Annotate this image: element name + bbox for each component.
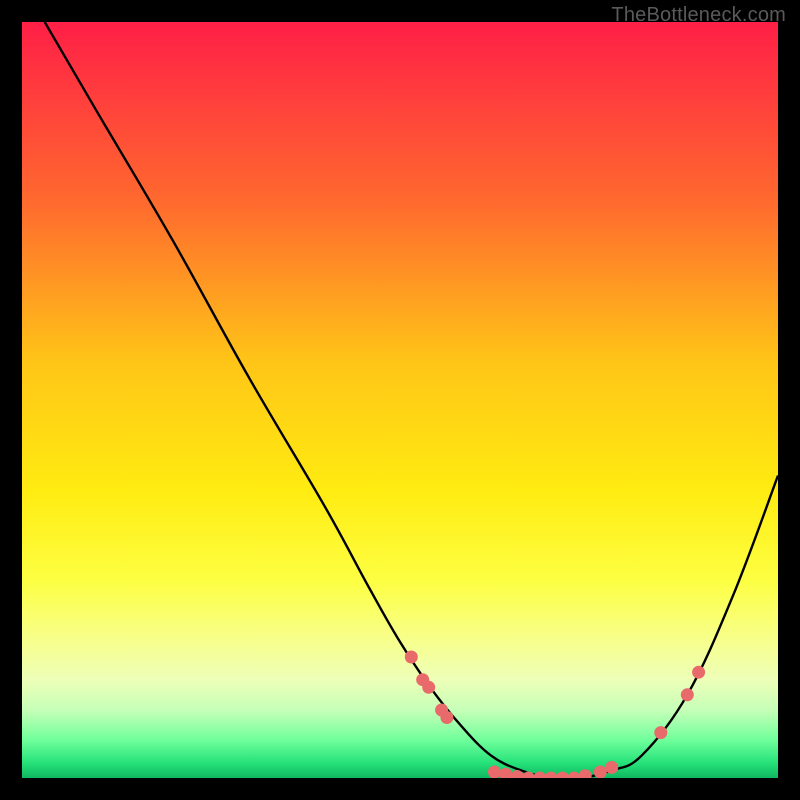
- data-marker: [594, 766, 607, 779]
- data-marker: [654, 726, 667, 739]
- attribution-text: TheBottleneck.com: [611, 4, 786, 27]
- marker-group: [405, 651, 705, 779]
- data-marker: [488, 766, 501, 779]
- curve-path: [45, 22, 778, 778]
- data-marker: [511, 770, 524, 778]
- data-marker: [556, 772, 569, 779]
- data-marker: [605, 761, 618, 774]
- data-marker: [692, 666, 705, 679]
- data-marker: [522, 772, 535, 779]
- data-marker: [681, 688, 694, 701]
- data-marker: [416, 673, 429, 686]
- data-marker: [567, 772, 580, 779]
- data-marker: [435, 704, 448, 717]
- plot-area: [22, 22, 778, 778]
- data-marker: [422, 681, 435, 694]
- chart-frame: TheBottleneck.com: [0, 0, 800, 800]
- bottleneck-curve: [22, 22, 778, 778]
- data-marker: [579, 769, 592, 778]
- data-marker: [533, 772, 546, 779]
- data-marker: [405, 651, 418, 664]
- data-marker: [499, 768, 512, 778]
- data-marker: [440, 711, 453, 724]
- data-marker: [545, 772, 558, 779]
